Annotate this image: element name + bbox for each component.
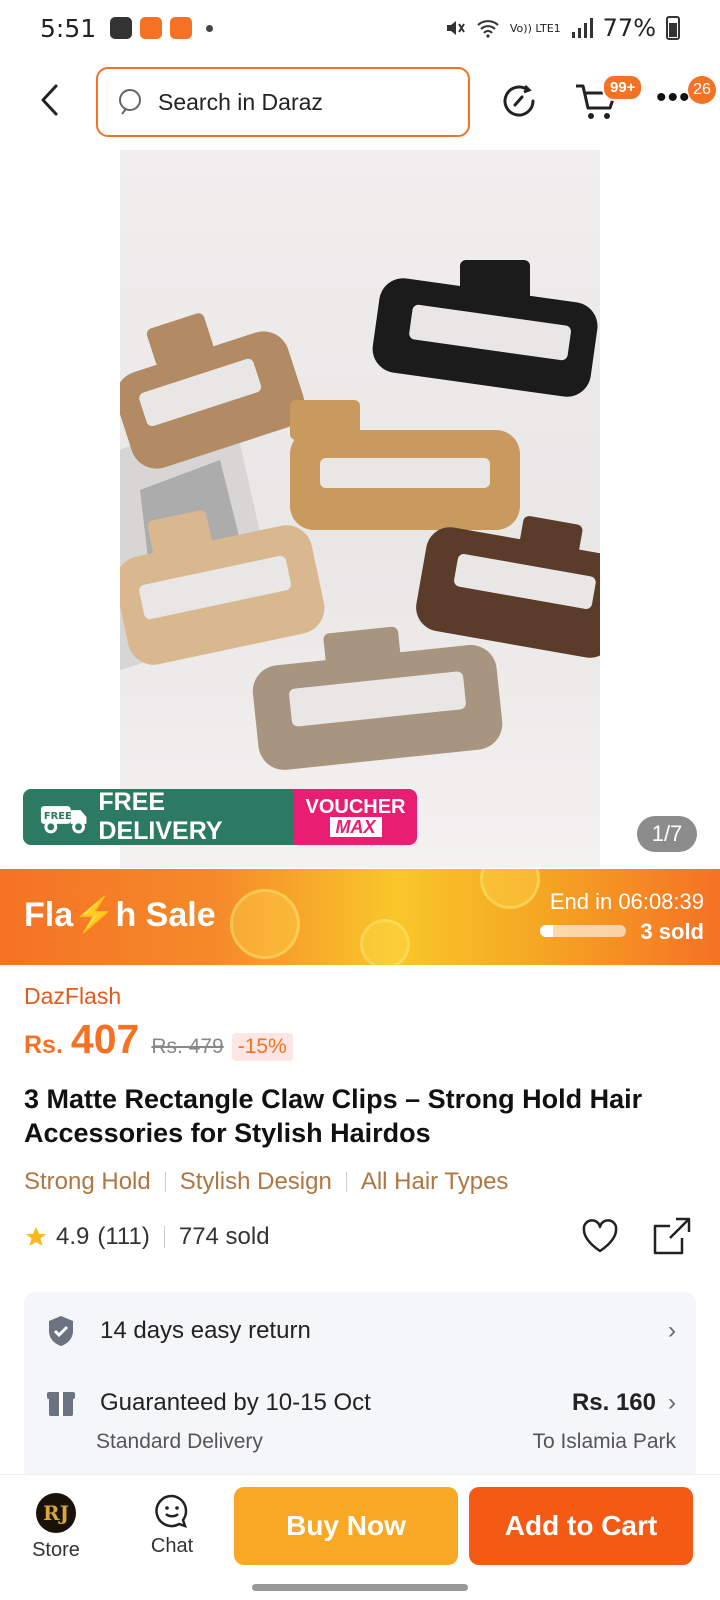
rating-divider xyxy=(163,1226,165,1248)
flash-sale-bar[interactable]: Fla⚡h Sale End in 06:08:39 3 sold xyxy=(0,869,720,965)
heart-icon xyxy=(582,1219,618,1253)
price-block: DazFlash Rs. 407 Rs. 479 -15% xyxy=(24,983,293,1063)
share-button[interactable] xyxy=(652,1216,692,1256)
search-input[interactable]: Search in Daraz xyxy=(96,67,470,137)
home-indicator[interactable] xyxy=(252,1584,468,1591)
product-title: 3 Matte Rectangle Claw Clips – Strong Ho… xyxy=(24,1084,643,1148)
promo-banner: FREE FREE DELIVERY VOUCHER MAX xyxy=(23,789,417,845)
return-policy-text: 14 days easy return xyxy=(100,1317,311,1344)
flash-progress-fill xyxy=(540,925,553,937)
coin-decoration xyxy=(360,919,410,965)
back-button[interactable] xyxy=(30,80,70,120)
feature-tags: Strong Hold Stylish Design All Hair Type… xyxy=(24,1168,508,1196)
store-label: Store xyxy=(32,1539,80,1561)
voucher-max-badge: VOUCHER MAX xyxy=(294,789,417,845)
free-delivery-badge: FREE FREE DELIVERY xyxy=(23,789,294,845)
search-placeholder: Search in Daraz xyxy=(158,88,323,115)
sold-count: 774 sold xyxy=(178,1223,270,1250)
more-options-button[interactable]: ••• xyxy=(656,83,691,113)
chat-button[interactable]: Chat xyxy=(132,1493,212,1558)
chat-icon xyxy=(155,1494,188,1528)
discount-badge: -15% xyxy=(231,1033,293,1061)
flash-sold-count: 3 sold xyxy=(640,919,704,944)
original-price: Rs. 479 xyxy=(151,1035,224,1058)
more-notifications-dot-icon xyxy=(206,24,214,32)
cart-count-badge: 99+ xyxy=(602,74,644,101)
delivery-truck-icon: FREE xyxy=(40,806,87,834)
chat-label: Chat xyxy=(150,1535,194,1557)
delivery-guarantee-text: Guaranteed by 10-15 Oct xyxy=(100,1389,371,1416)
rating-row[interactable]: 4.9 (111) 774 sold xyxy=(24,1223,270,1251)
share-icon xyxy=(653,1217,691,1255)
flash-progress-bar xyxy=(540,925,626,937)
tag-divider xyxy=(345,1172,347,1192)
star-icon xyxy=(26,1227,46,1246)
flash-sale-title: Fla⚡h Sale xyxy=(24,896,216,934)
bottom-action-bar: RJ Store Chat Buy Now Add to Cart xyxy=(0,1474,720,1578)
wishlist-button[interactable] xyxy=(580,1216,620,1256)
status-time: 5:51 xyxy=(40,13,97,43)
chevron-left-icon xyxy=(41,84,58,116)
daraz-notification-icon xyxy=(140,17,163,39)
network-label: Vo)) LTE1 xyxy=(509,21,561,35)
flash-end-label: End in xyxy=(549,889,613,914)
coin-decoration xyxy=(480,869,540,909)
delivery-fee: Rs. 160 xyxy=(571,1389,656,1416)
delivery-destination: To Islamia Park xyxy=(532,1430,676,1453)
free-icon-text: FREE xyxy=(44,811,72,822)
price-currency: Rs. xyxy=(24,1031,63,1059)
clip-caramel xyxy=(290,400,520,530)
tag-stylish-design: Stylish Design xyxy=(179,1168,332,1195)
history-button[interactable] xyxy=(498,80,540,122)
package-icon xyxy=(47,1392,75,1416)
more-dots-icon: ••• xyxy=(656,81,691,114)
voucher-label: VOUCHER xyxy=(305,796,406,818)
add-to-cart-button[interactable]: Add to Cart xyxy=(469,1487,693,1565)
search-icon xyxy=(119,89,141,115)
voucher-max-label: MAX xyxy=(329,817,382,837)
claw-clips-photo xyxy=(120,260,600,770)
product-image[interactable] xyxy=(120,150,600,868)
signal-icon xyxy=(571,18,593,38)
price-row: Rs. 407 Rs. 479 -15% xyxy=(24,1016,293,1063)
service-card: 14 days easy return › Guaranteed by 10-1… xyxy=(24,1292,696,1480)
status-right: Vo)) LTE1 77% xyxy=(444,14,680,42)
daraz-notification-icon xyxy=(170,17,193,39)
free-delivery-label: FREE DELIVERY xyxy=(98,789,223,845)
store-button[interactable]: RJ Store xyxy=(16,1493,96,1562)
image-counter: 1/7 xyxy=(637,816,697,852)
shield-check-icon xyxy=(49,1316,73,1346)
mute-icon xyxy=(446,21,465,35)
buy-now-button[interactable]: Buy Now xyxy=(234,1487,458,1565)
dazflash-label: DazFlash xyxy=(24,983,122,1009)
coin-decoration xyxy=(230,889,300,959)
wifi-icon xyxy=(477,20,499,38)
messages-count-badge: 26 xyxy=(688,76,716,104)
store-logo: RJ xyxy=(36,1493,76,1533)
review-count: (111) xyxy=(97,1223,150,1250)
tag-divider xyxy=(164,1172,166,1192)
tag-strong-hold: Strong Hold xyxy=(24,1168,151,1195)
delivery-type: Standard Delivery xyxy=(96,1430,263,1453)
clip-black xyxy=(372,260,598,397)
clip-taupe xyxy=(252,626,503,770)
return-policy-row[interactable]: 14 days easy return › xyxy=(46,1314,676,1348)
status-left: 5:51 xyxy=(40,13,214,43)
price-value: 407 xyxy=(70,1016,140,1062)
chevron-right-icon: › xyxy=(668,1389,676,1416)
delivery-row[interactable]: Guaranteed by 10-15 Oct Rs. 160 › xyxy=(46,1388,676,1418)
history-icon xyxy=(503,84,535,117)
battery-percent: 77% xyxy=(602,14,656,42)
rating-value: 4.9 xyxy=(56,1223,90,1250)
flash-end-time: 06:08:39 xyxy=(618,889,704,914)
tag-all-hair-types: All Hair Types xyxy=(360,1168,509,1195)
gallery-notification-icon xyxy=(110,17,133,39)
clip-brown xyxy=(416,516,600,658)
flash-countdown: End in 06:08:39 xyxy=(550,889,704,915)
battery-icon xyxy=(666,16,680,40)
chevron-right-icon: › xyxy=(668,1317,676,1344)
store-logo-text: RJ xyxy=(42,1501,70,1525)
status-bar: 5:51 Vo)) LTE1 77% xyxy=(0,0,720,56)
